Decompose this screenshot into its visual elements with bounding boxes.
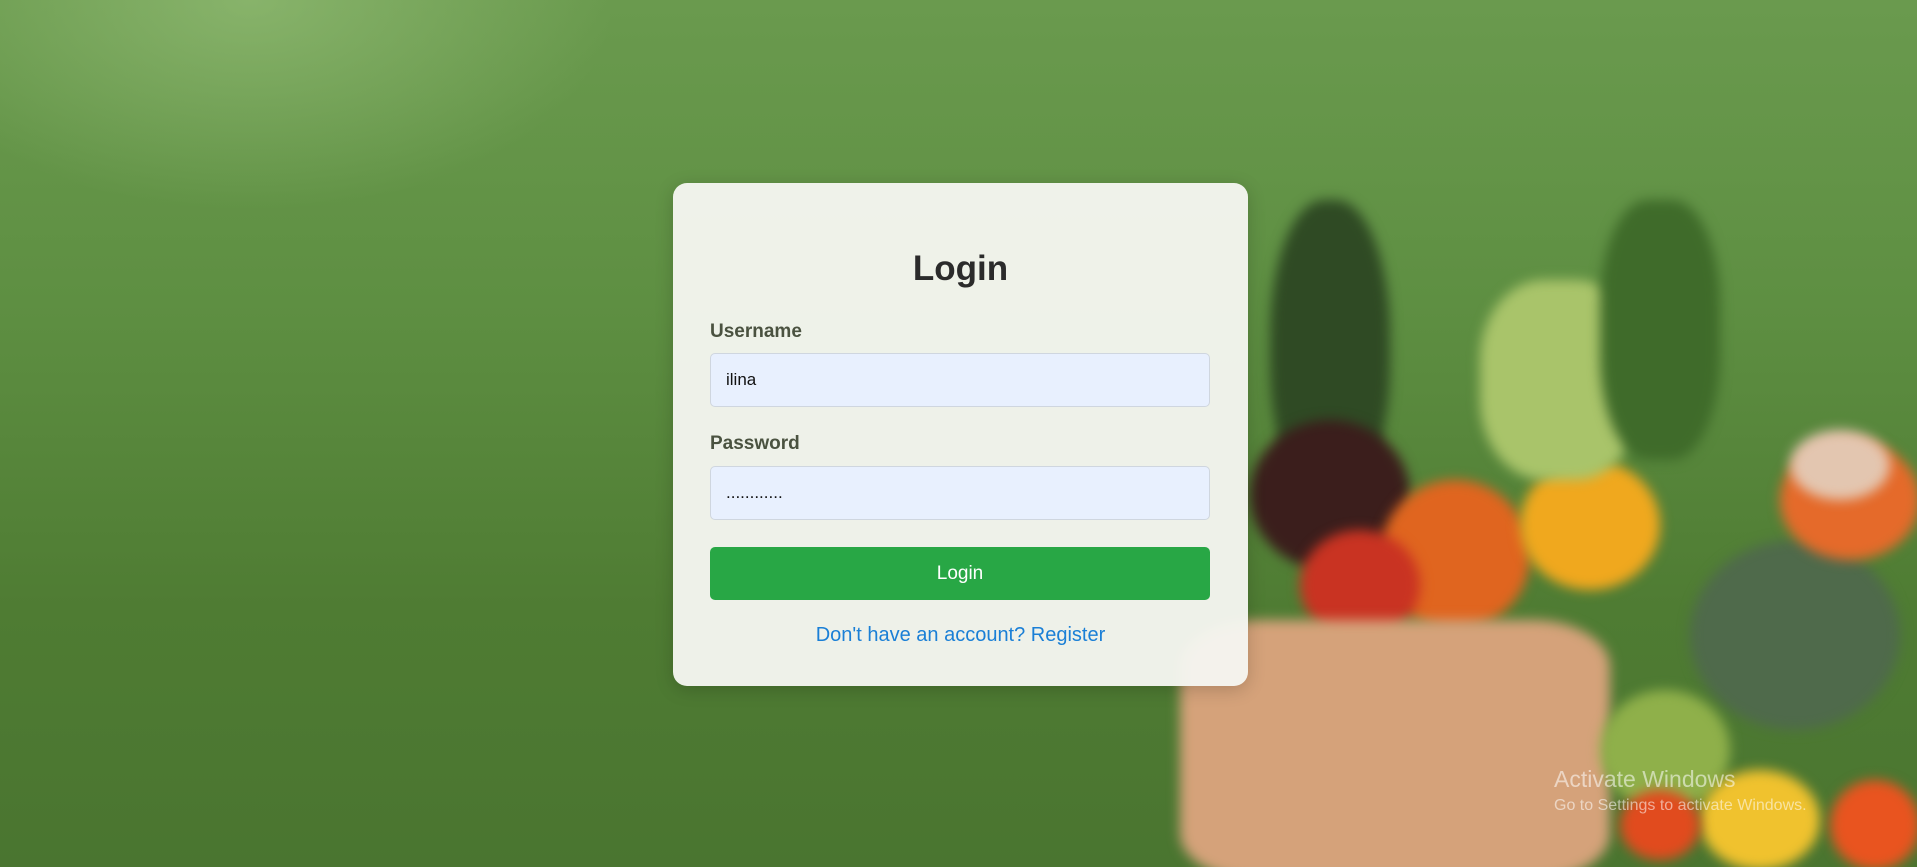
login-card: Login Username Password Login Don't have… xyxy=(673,183,1248,686)
watermark-subtitle: Go to Settings to activate Windows. xyxy=(1554,797,1807,814)
windows-activation-watermark: Activate Windows Go to Settings to activ… xyxy=(1554,766,1807,815)
username-label: Username xyxy=(710,321,802,342)
password-input[interactable] xyxy=(710,466,1210,520)
page-title: Login xyxy=(912,249,1009,288)
username-input[interactable] xyxy=(710,353,1210,407)
register-link[interactable]: Don't have an account? Register xyxy=(673,624,1248,647)
watermark-title: Activate Windows xyxy=(1554,766,1736,792)
login-button[interactable]: Login xyxy=(710,547,1210,600)
password-label: Password xyxy=(710,433,800,454)
